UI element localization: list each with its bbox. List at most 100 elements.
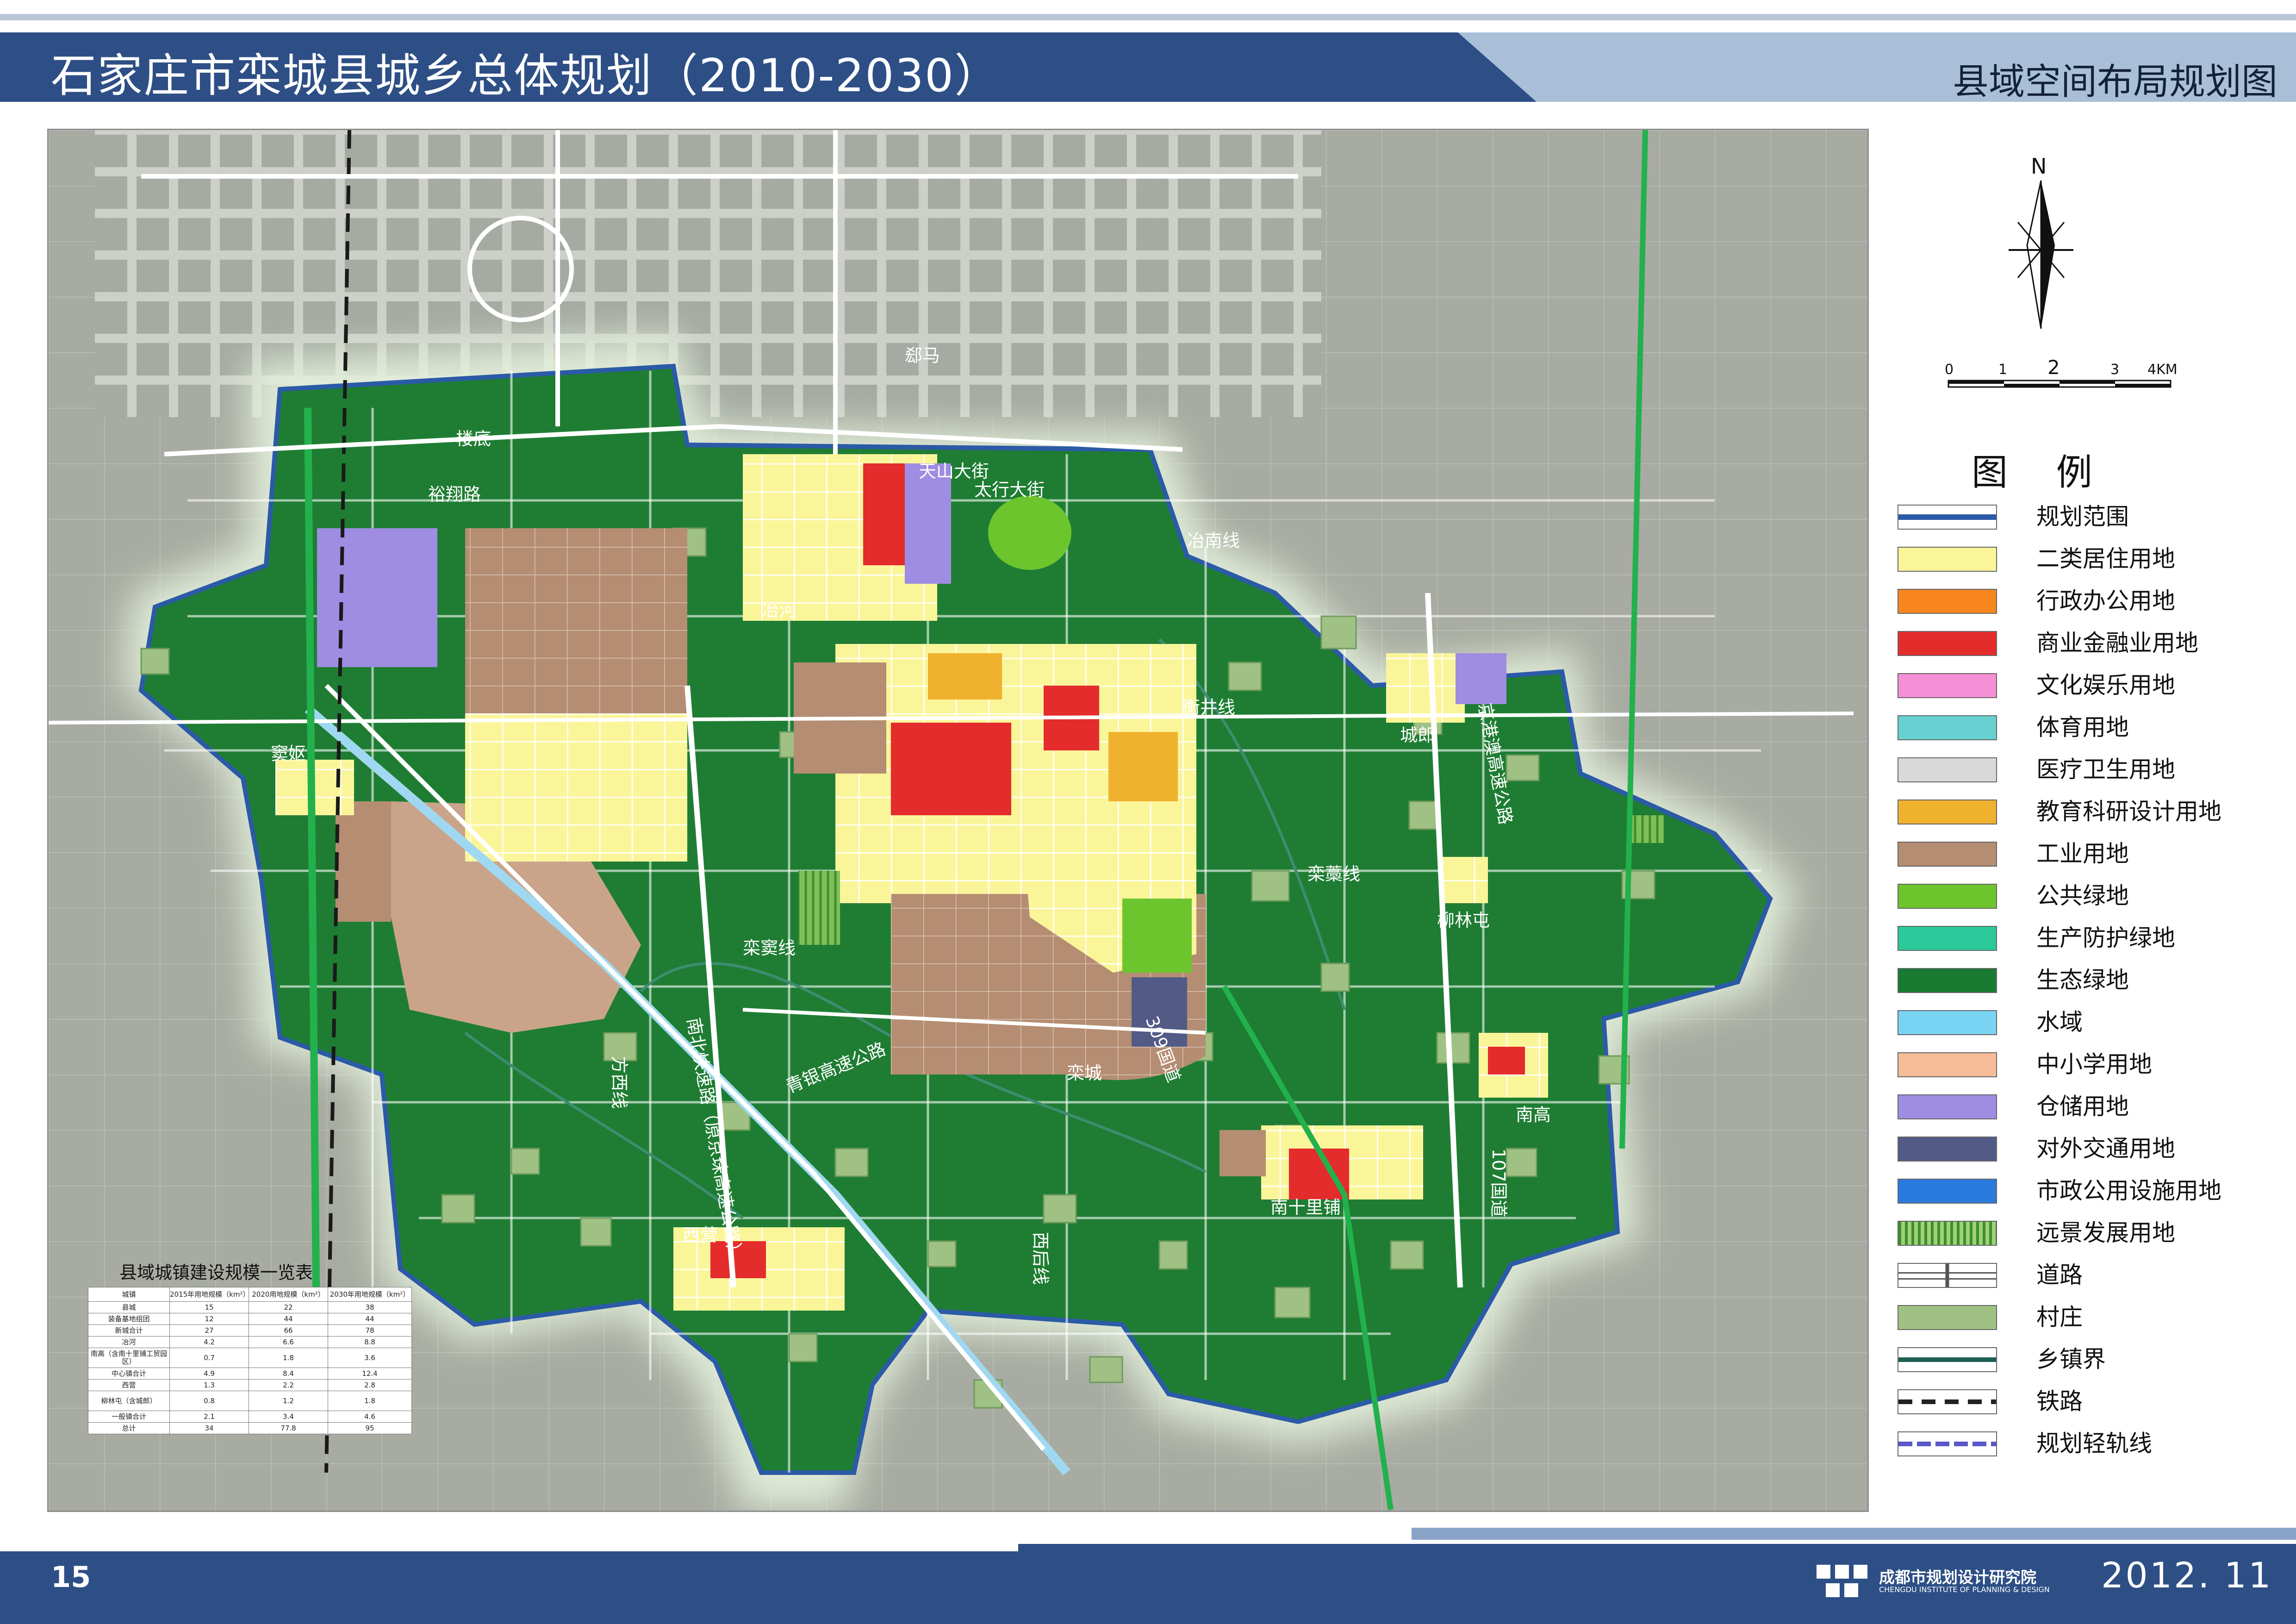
legend-swatch (1898, 1179, 1997, 1204)
scale-tick: 3 (2110, 362, 2119, 378)
legend-label: 二类居住用地 (2036, 545, 2175, 572)
northwest-warehouse (317, 528, 437, 667)
future-development-east (1631, 815, 1664, 843)
legend-item: 公共绿地 (1898, 881, 2268, 909)
legend-label: 仓储用地 (2036, 1093, 2129, 1120)
legend-label: 行政办公用地 (2036, 587, 2175, 614)
table-header-cell: 2015年用地规模（km²） (169, 1287, 250, 1302)
legend-label: 中小学用地 (2036, 1051, 2152, 1078)
table-header-cell: 2020用地规模（km²） (249, 1287, 328, 1302)
table-cell: 南高（含南十里铺工贸园区） (88, 1348, 170, 1368)
railway-icon (1898, 1389, 1997, 1414)
nangao-commercial (1488, 1047, 1525, 1074)
table-cell: 装备基地组团 (88, 1313, 170, 1325)
place-label: 窦妪 (271, 743, 306, 764)
yehe-warehouse (905, 463, 951, 584)
legend-label: 公共绿地 (2036, 882, 2129, 909)
table-cell: 77.8 (249, 1422, 328, 1434)
table-row: 县城 15 22 38 (88, 1301, 412, 1313)
legend-label: 生态绿地 (2036, 967, 2129, 993)
road-label: 107国道 (1488, 1149, 1509, 1218)
scale-bar: 0 1 2 3 4KM (1944, 352, 2184, 405)
legend-swatch (1898, 715, 1997, 740)
legend-swatch (1898, 1094, 1997, 1119)
road-label: 方西线 (609, 1056, 629, 1109)
scale-tick: 1 (1998, 362, 2007, 378)
page-number: 15 (51, 1560, 91, 1594)
legend-label: 文化娱乐用地 (2036, 672, 2175, 699)
legend-item: 铁路 (1898, 1387, 2268, 1415)
table-cell: 冶河 (88, 1336, 170, 1348)
legend-swatch (1898, 800, 1997, 824)
legend-swatch (1898, 926, 1997, 951)
legend-item: 市政公用设施用地 (1898, 1176, 2268, 1204)
plan-date: 2012. 11 (2101, 1555, 2273, 1596)
township-boundary-icon (1898, 1347, 1997, 1372)
legend-label: 铁路 (2036, 1388, 2083, 1415)
road-label: 衡井线 (1182, 697, 1235, 718)
legend-title: 图 例 (1972, 452, 2111, 493)
main-title: 石家庄市栾城县城乡总体规划（2010-2030） (51, 50, 1001, 102)
road-label: 天山大街 (919, 461, 989, 481)
table-cell: 2.8 (328, 1379, 412, 1391)
table-cell: 8.8 (328, 1336, 412, 1348)
institute-name-en: CHENGDU INSTITUTE OF PLANNING & DESIGN (1879, 1585, 2050, 1594)
table-cell: 78 (328, 1324, 412, 1337)
place-label: 南高 (1516, 1105, 1551, 1125)
hatched-green-icon (1898, 1221, 1997, 1246)
table-cell: 8.4 (249, 1368, 328, 1380)
legend-swatch (1898, 968, 1997, 993)
place-label: 城郎 (1400, 725, 1435, 745)
table-cell: 新城合计 (88, 1324, 170, 1337)
table-cell: 3.6 (328, 1348, 412, 1368)
legend-item: 行政办公用地 (1898, 587, 2268, 614)
legend-swatch (1898, 631, 1997, 656)
legend-swatch (1898, 1052, 1997, 1077)
legend-item: 生产防护绿地 (1898, 924, 2268, 951)
industrial-strip (336, 801, 391, 922)
table-row: 新城合计 27 66 78 (88, 1324, 412, 1337)
table-cell: 34 (169, 1422, 249, 1434)
place-label: 楼底 (456, 429, 491, 449)
legend-swatch (1898, 757, 1997, 782)
footer-divider (0, 1544, 1018, 1551)
legend-item: 体育用地 (1898, 713, 2268, 741)
table-cell: 2.2 (249, 1379, 328, 1391)
legend-item: 中小学用地 (1898, 1050, 2268, 1078)
legend-label: 规划轻轨线 (2036, 1430, 2152, 1457)
table-cell: 中心镇合计 (88, 1368, 170, 1380)
north-label: N (2031, 154, 2047, 179)
table-cell: 44 (249, 1313, 328, 1325)
table-header-row: 城镇 2015年用地规模（km²） 2020用地规模（km²） 2030年用地规模（k… (88, 1287, 412, 1302)
road-label: 栾窦线 (743, 938, 796, 958)
legend-label: 水域 (2036, 1009, 2083, 1036)
footer-accent (1412, 1528, 2296, 1540)
legend-label: 村庄 (2036, 1304, 2083, 1330)
legend-label: 乡镇界 (2036, 1346, 2106, 1373)
road-icon (1898, 1263, 1997, 1288)
legend-swatch (1898, 673, 1997, 698)
table-cell: 一般镇合计 (88, 1411, 170, 1423)
map-subtitle: 县域空间布局规划图 (1952, 61, 2277, 103)
legend-swatch (1898, 842, 1997, 867)
place-label: 郄马 (905, 345, 940, 366)
legend-item: 生态绿地 (1898, 966, 2268, 993)
legend-item: 道路 (1898, 1261, 2268, 1288)
legend-swatch (1898, 1305, 1997, 1330)
legend-swatch (1898, 1137, 1997, 1162)
table-cell: 4.9 (169, 1368, 249, 1380)
place-label: 南十里铺 (1270, 1197, 1341, 1218)
place-label: 冶河 (761, 600, 796, 620)
table-cell: 0.7 (169, 1348, 249, 1368)
legend-label: 生产防护绿地 (2036, 924, 2175, 951)
table-cell: 12 (169, 1313, 249, 1325)
place-label: 西营 (683, 1225, 718, 1245)
header-top-line (0, 14, 2296, 20)
chenglang-warehouse (1456, 653, 1506, 704)
legend-item: 规划轻轨线 (1898, 1429, 2268, 1457)
table-row: 中心镇合计 4.9 8.4 12.4 (88, 1368, 412, 1380)
yehe-park (988, 496, 1071, 570)
commercial-core (891, 723, 1011, 815)
table-cell: 44 (328, 1313, 412, 1325)
table-cell: 1.3 (169, 1379, 249, 1391)
